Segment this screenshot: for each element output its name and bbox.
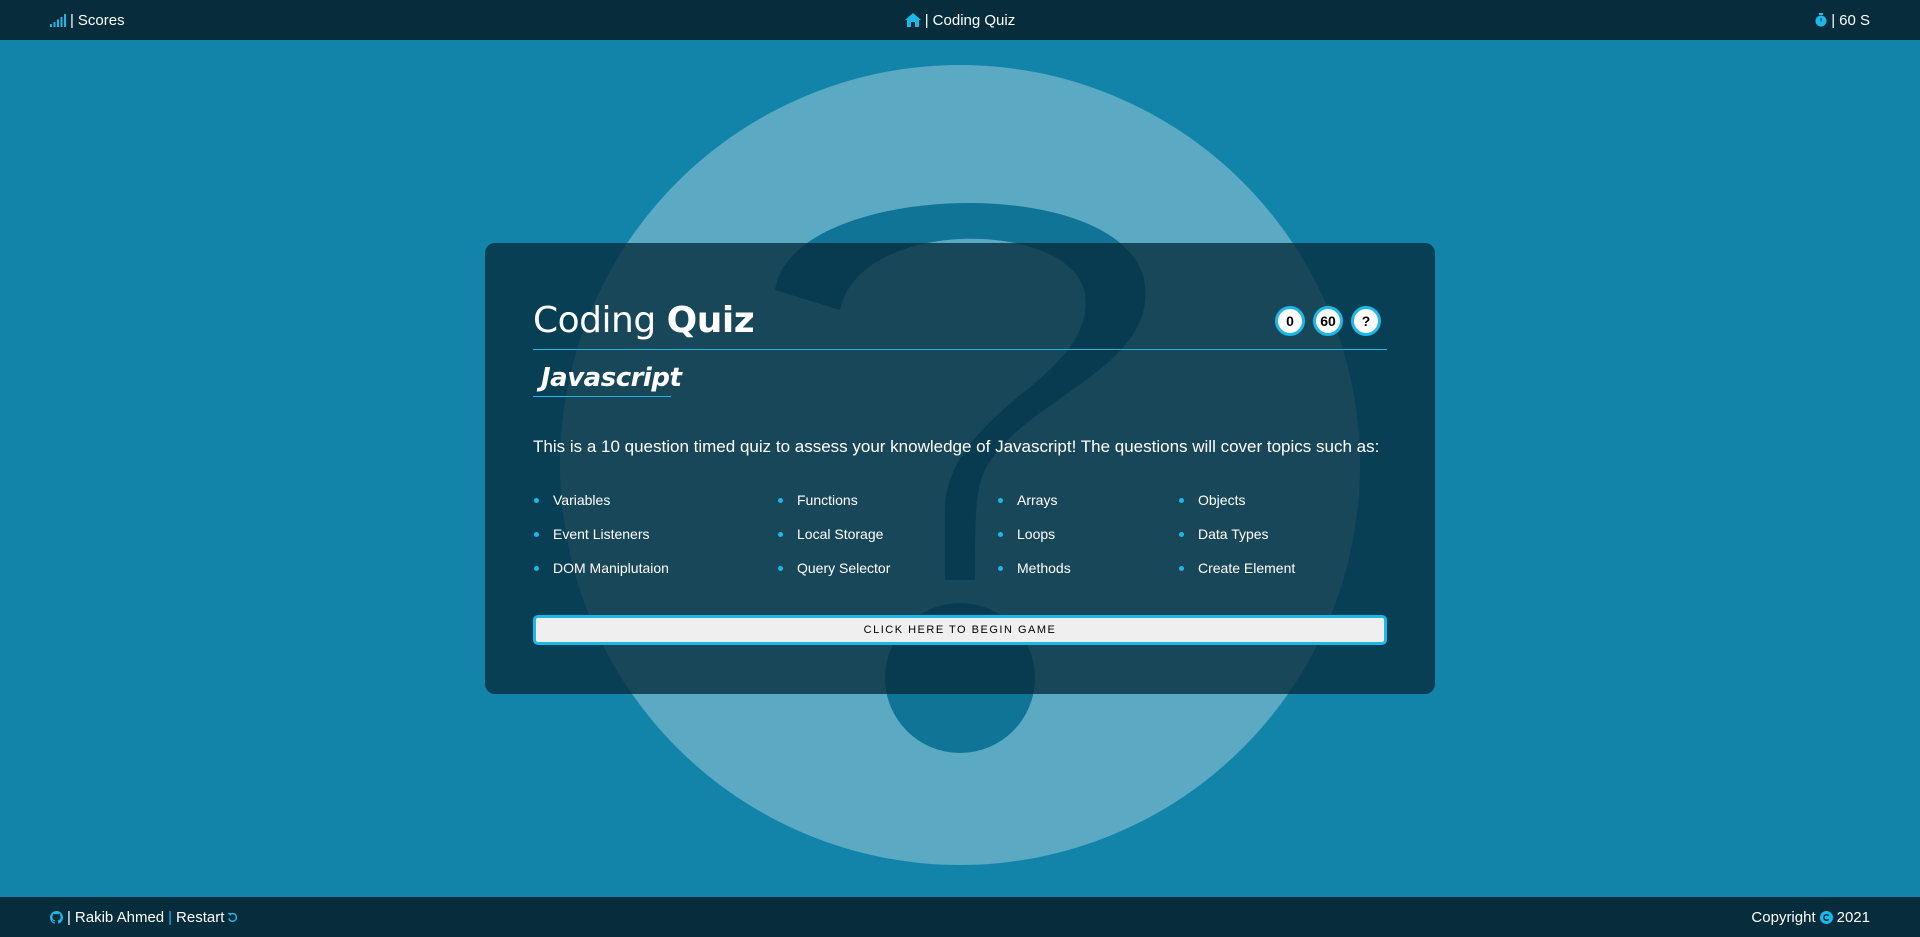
list-item: Local Storage xyxy=(777,525,997,543)
home-link[interactable]: | Coding Quiz xyxy=(904,11,1016,29)
list-item: Create Element xyxy=(1178,559,1393,577)
topic-list: Variables Functions Arrays Objects Event… xyxy=(533,491,1393,577)
copyright-label: Copyright xyxy=(1751,908,1816,926)
list-item: Event Listeners xyxy=(533,525,777,543)
title-light: Coding xyxy=(533,300,656,341)
home-icon xyxy=(904,13,921,27)
list-item: Functions xyxy=(777,491,997,509)
copyright-year: 2021 xyxy=(1836,908,1870,926)
separator: | xyxy=(168,908,173,926)
github-icon[interactable] xyxy=(50,910,63,924)
timer-display: | 60 S xyxy=(1815,12,1870,29)
list-item: DOM Maniplutaion xyxy=(533,559,777,577)
separator: | xyxy=(1831,11,1836,29)
home-label: Coding Quiz xyxy=(932,11,1016,29)
stopwatch-icon xyxy=(1815,13,1827,27)
separator: | xyxy=(924,11,929,29)
list-item: Methods xyxy=(997,559,1178,577)
list-item: Variables xyxy=(533,491,777,509)
restart-label: Restart xyxy=(176,908,225,926)
timer-label: 60 S xyxy=(1839,11,1870,29)
restart-link[interactable]: Restart xyxy=(176,909,238,926)
top-navbar: | Scores | Coding Quiz | 60 S xyxy=(0,0,1920,40)
list-item: Objects xyxy=(1178,491,1393,509)
separator: | xyxy=(67,908,71,926)
score-badge: 0 xyxy=(1275,305,1305,336)
time-badge: 60 xyxy=(1313,305,1343,336)
footer: | Rakib Ahmed | Restart Copyright 2021 xyxy=(0,897,1920,937)
copyright: Copyright 2021 xyxy=(1751,909,1870,926)
quiz-subtitle: Javascript xyxy=(533,363,682,397)
list-item: Query Selector xyxy=(777,559,997,577)
author-name: Rakib Ahmed xyxy=(74,908,165,926)
quiz-intro: This is a 10 question timed quiz to asse… xyxy=(533,437,1380,456)
undo-icon xyxy=(227,912,238,923)
status-badges: 0 60 ? xyxy=(1275,305,1381,336)
title-bold: Quiz xyxy=(666,300,755,341)
copyright-icon xyxy=(1819,910,1833,924)
quiz-card: Coding Quiz 0 60 ? Javascript This is a … xyxy=(485,243,1435,694)
list-item: Data Types xyxy=(1178,525,1393,543)
page-title: Coding Quiz xyxy=(533,300,755,341)
list-item: Loops xyxy=(997,525,1178,543)
help-badge[interactable]: ? xyxy=(1351,305,1381,336)
begin-game-button[interactable]: CLICK HERE TO BEGIN GAME xyxy=(533,615,1387,645)
list-item: Arrays xyxy=(997,491,1178,509)
card-header: Coding Quiz 0 60 ? xyxy=(533,298,1387,350)
